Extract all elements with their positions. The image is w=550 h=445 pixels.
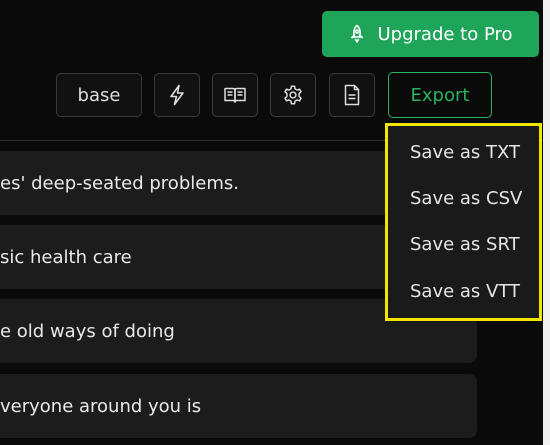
gear-icon	[282, 84, 304, 106]
save-as-srt-item[interactable]: Save as SRT	[410, 234, 520, 255]
upgrade-to-pro-button[interactable]: Upgrade to Pro	[322, 11, 539, 57]
settings-button[interactable]	[270, 73, 316, 117]
segment-text: sic health care	[0, 246, 132, 268]
book-open-icon	[223, 86, 247, 104]
model-label: base	[77, 84, 121, 106]
save-as-csv-item[interactable]: Save as CSV	[410, 188, 522, 209]
model-select-button[interactable]: base	[56, 73, 142, 117]
transcript-segment[interactable]: veryone around you is	[0, 374, 477, 438]
export-label: Export	[410, 84, 470, 106]
save-as-txt-item[interactable]: Save as TXT	[410, 142, 520, 163]
quick-action-button[interactable]	[154, 73, 200, 117]
document-button[interactable]	[329, 73, 375, 117]
upgrade-label: Upgrade to Pro	[377, 23, 513, 45]
segment-text: e old ways of doing	[0, 320, 175, 342]
save-as-vtt-item[interactable]: Save as VTT	[410, 281, 520, 302]
window-edge	[543, 0, 550, 445]
document-icon	[343, 84, 361, 106]
rocket-icon	[348, 24, 366, 44]
lightning-icon	[167, 84, 187, 106]
export-dropdown-menu: Save as TXT Save as CSV Save as SRT Save…	[385, 123, 542, 321]
segment-text: veryone around you is	[0, 395, 202, 417]
segment-text: es' deep-seated problems.	[0, 172, 239, 194]
export-button[interactable]: Export	[388, 72, 492, 118]
reader-button[interactable]	[212, 73, 258, 117]
